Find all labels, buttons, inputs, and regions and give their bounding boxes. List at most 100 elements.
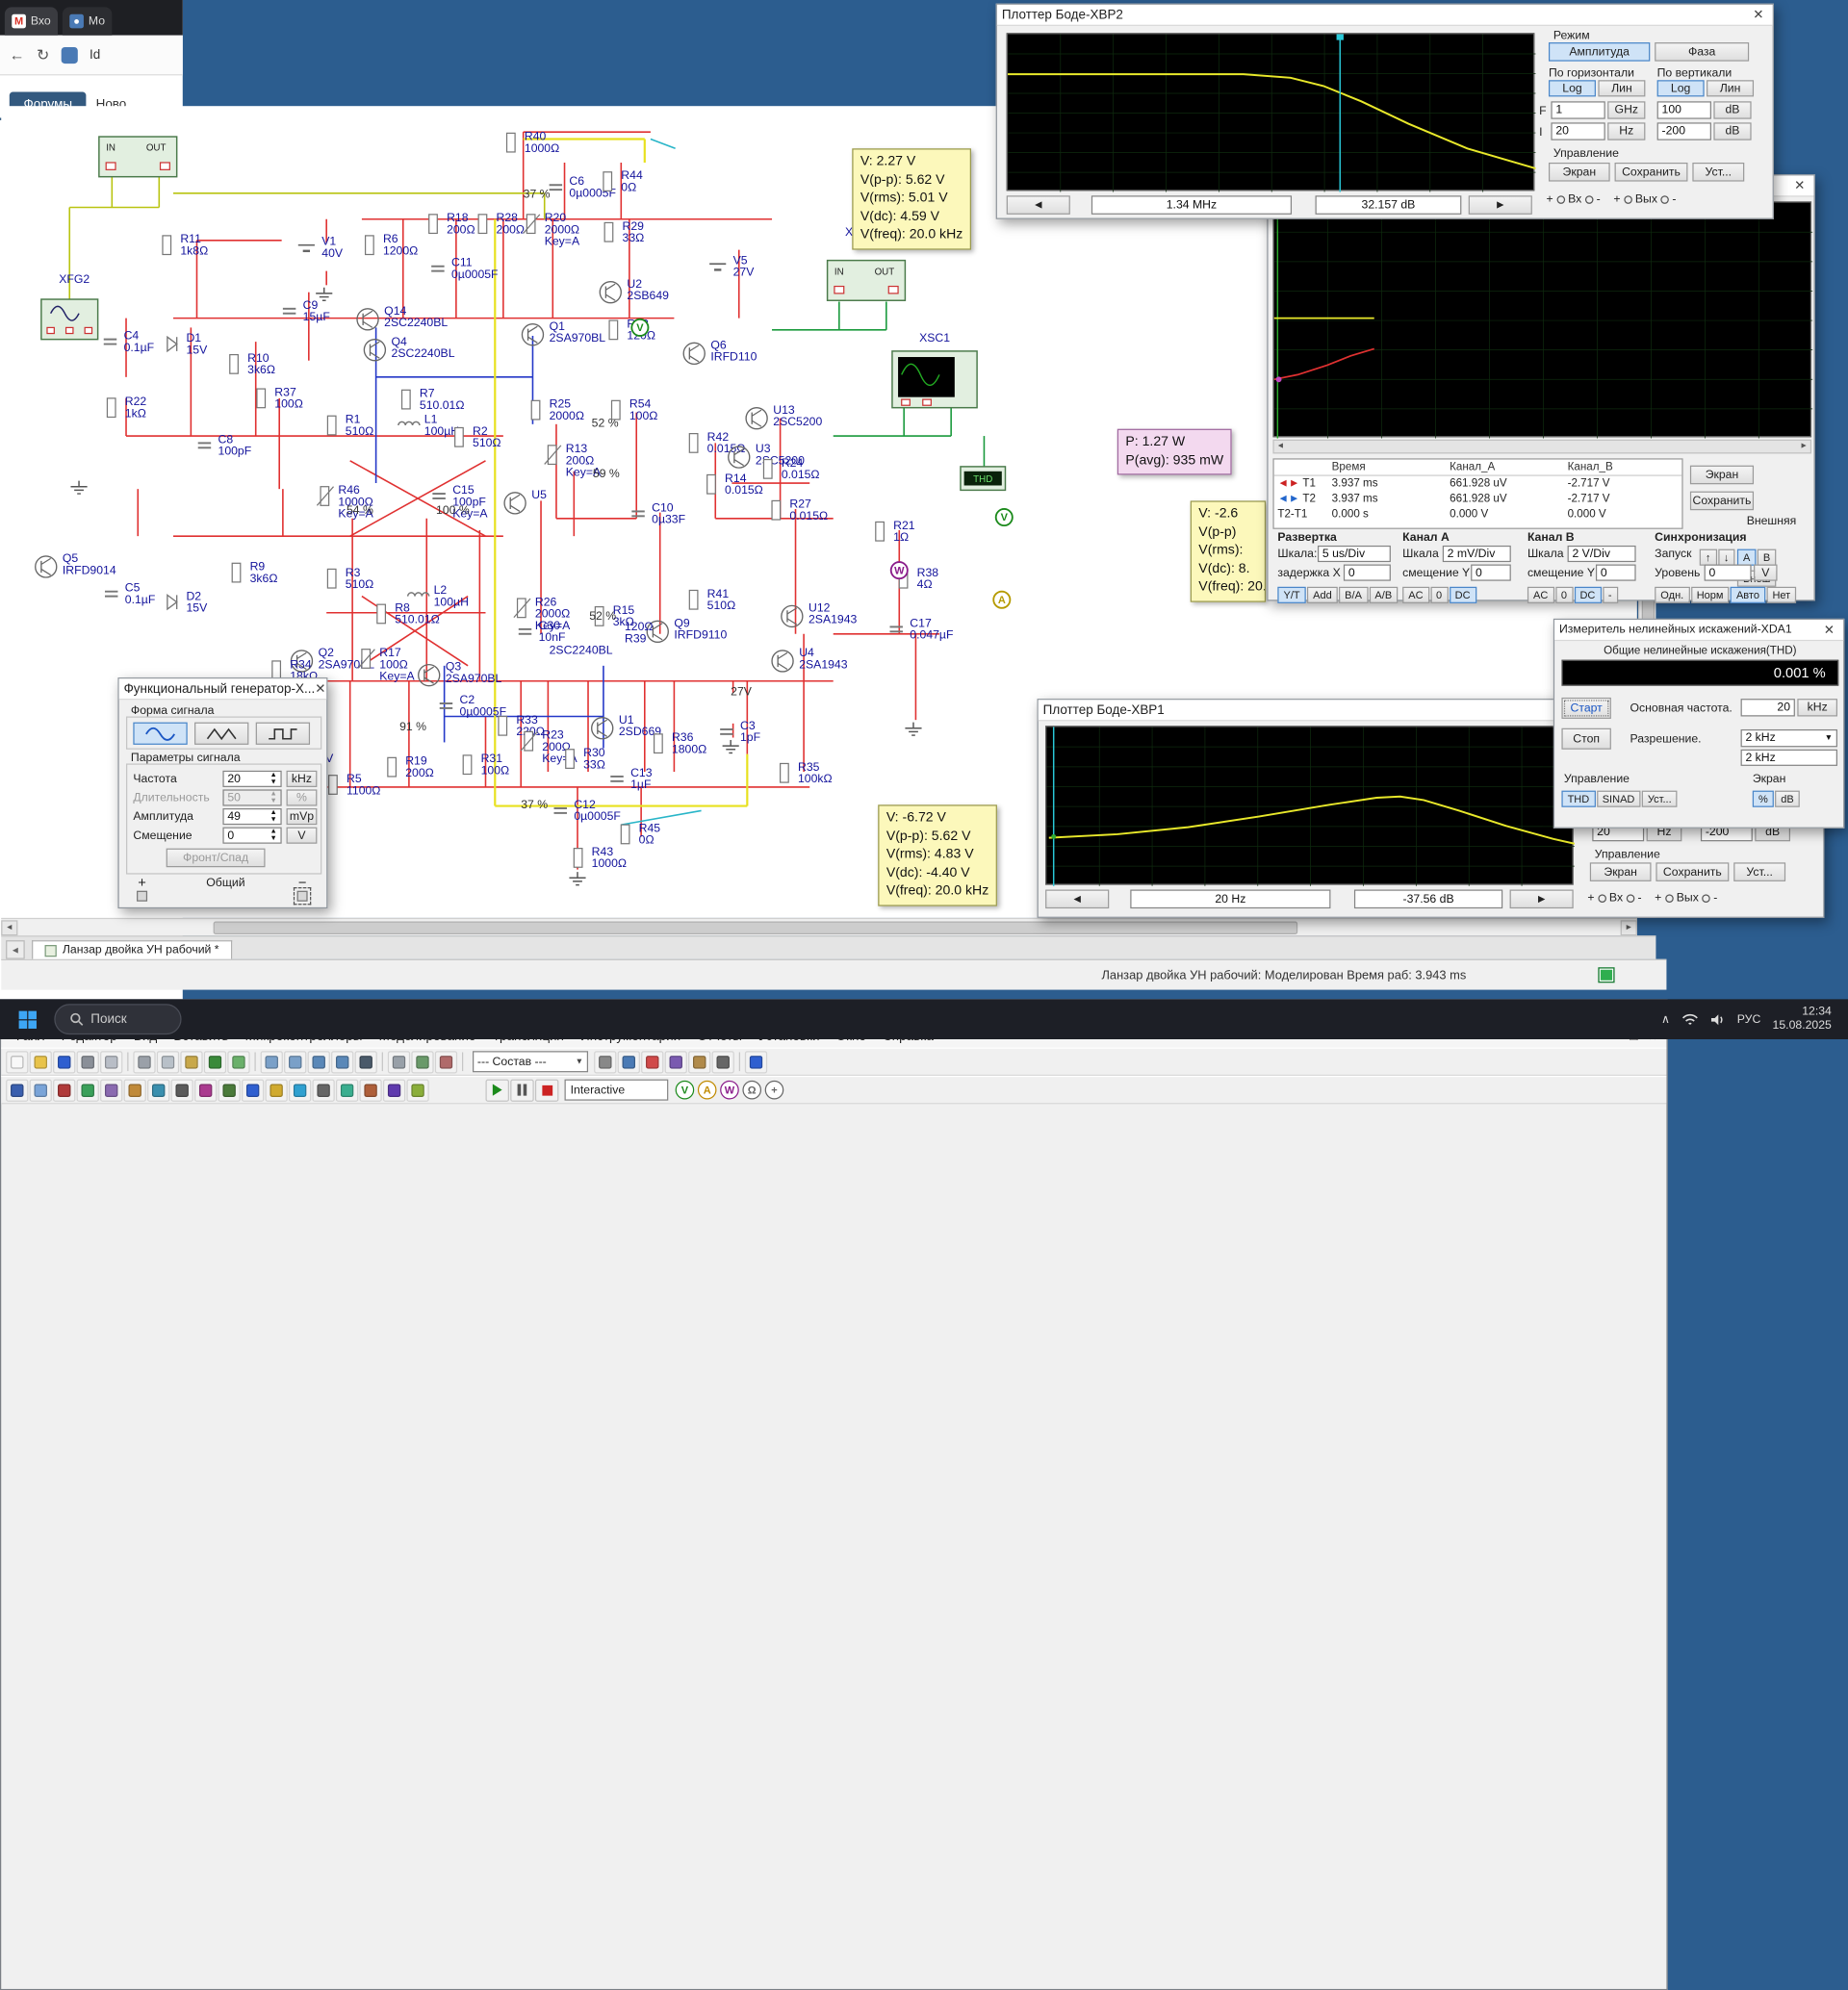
xda1-titlebar[interactable]: Измеритель нелинейных искажений-XDA1 ✕ bbox=[1554, 620, 1843, 641]
mcu-icon[interactable] bbox=[383, 1079, 405, 1101]
language-indicator[interactable]: РУС bbox=[1737, 1012, 1761, 1025]
option-a-b[interactable]: A/B bbox=[1369, 587, 1398, 603]
bom-icon[interactable] bbox=[411, 1051, 433, 1073]
diode-icon[interactable] bbox=[53, 1079, 75, 1101]
power-icon[interactable] bbox=[242, 1079, 264, 1101]
close-icon[interactable]: ✕ bbox=[1790, 178, 1810, 193]
undo-icon[interactable] bbox=[204, 1051, 226, 1073]
grid-icon[interactable] bbox=[388, 1051, 410, 1073]
probe-W-icon[interactable]: W bbox=[720, 1081, 739, 1100]
minus-terminal[interactable] bbox=[297, 891, 308, 902]
database-icon[interactable] bbox=[618, 1051, 640, 1073]
option-thd[interactable]: THD bbox=[1561, 791, 1595, 807]
h-final-unit[interactable]: GHz bbox=[1607, 101, 1645, 118]
in-minus-terminal[interactable] bbox=[1585, 195, 1594, 204]
scope-scrollbar[interactable]: ◄ ► bbox=[1272, 440, 1811, 454]
plus-terminal[interactable] bbox=[137, 891, 147, 902]
option-a[interactable]: A bbox=[1737, 549, 1757, 566]
bode1-cursor-left-button[interactable]: ◄ bbox=[1045, 889, 1109, 908]
ttl-icon[interactable] bbox=[124, 1079, 146, 1101]
амплитуда-field[interactable]: 49▲▼ bbox=[222, 808, 281, 825]
simulation-profile-combo[interactable]: Interactive bbox=[565, 1080, 669, 1101]
close-icon[interactable]: ✕ bbox=[1820, 623, 1839, 638]
fundamental-freq-field[interactable]: 20 bbox=[1741, 699, 1795, 716]
sweep-delay-field[interactable]: 0 bbox=[1344, 565, 1391, 581]
chb-scale-field[interactable]: 2 V/Div bbox=[1568, 546, 1636, 562]
zoom-fit-icon[interactable] bbox=[331, 1051, 353, 1073]
edge-falling-button[interactable]: ↓ bbox=[1718, 549, 1735, 566]
taskbar-search[interactable]: Поиск bbox=[54, 1004, 181, 1034]
cmos-icon[interactable] bbox=[147, 1079, 169, 1101]
misc-icon[interactable] bbox=[266, 1079, 288, 1101]
options-icon[interactable] bbox=[712, 1051, 734, 1073]
sine-wave-button[interactable] bbox=[133, 723, 187, 745]
funcgen-titlebar[interactable]: Функциональный генератор-X... ✕ bbox=[119, 678, 327, 700]
scope-screen-button[interactable]: Экран bbox=[1690, 466, 1754, 485]
option-одн-[interactable]: Одн. bbox=[1655, 587, 1689, 603]
wire-icon[interactable] bbox=[406, 1079, 428, 1101]
h-log-button[interactable]: Log bbox=[1549, 80, 1596, 96]
bode2-settings-button[interactable]: Уст... bbox=[1692, 163, 1744, 182]
option-0[interactable]: 0 bbox=[1555, 587, 1573, 603]
print-icon[interactable] bbox=[77, 1051, 99, 1073]
option-авто[interactable]: Авто bbox=[1731, 587, 1765, 603]
cut-icon[interactable] bbox=[133, 1051, 155, 1073]
probe-V-icon[interactable]: V bbox=[676, 1081, 695, 1100]
option-0[interactable]: 0 bbox=[1430, 587, 1448, 603]
analog-icon[interactable] bbox=[100, 1079, 122, 1101]
v-initial-unit[interactable]: dB bbox=[1713, 122, 1751, 140]
bode2-screen-button[interactable]: Экран bbox=[1549, 163, 1610, 182]
postprocessor-icon[interactable] bbox=[665, 1051, 687, 1073]
save-icon[interactable] bbox=[53, 1051, 75, 1073]
h-initial-unit[interactable]: Hz bbox=[1607, 122, 1645, 140]
taskbar-clock[interactable]: 12:34 15.08.2025 bbox=[1773, 1005, 1832, 1033]
cha-offset-field[interactable]: 0 bbox=[1471, 565, 1511, 581]
option-dc[interactable]: DC bbox=[1450, 587, 1476, 603]
amplitude-button[interactable]: Амплитуда bbox=[1549, 42, 1650, 62]
stop-simulation-button[interactable] bbox=[535, 1079, 558, 1101]
hscroll-thumb[interactable] bbox=[214, 922, 1298, 934]
run-simulation-button[interactable] bbox=[485, 1079, 508, 1101]
probe-Ω-icon[interactable]: Ω bbox=[742, 1081, 761, 1100]
in-minus-terminal[interactable] bbox=[1626, 894, 1634, 903]
bode1-settings-button[interactable]: Уст... bbox=[1733, 862, 1785, 881]
refresh-button[interactable]: ↻ bbox=[37, 45, 49, 64]
triangle-wave-button[interactable] bbox=[194, 723, 248, 745]
v-final-unit[interactable]: dB bbox=[1713, 101, 1751, 118]
start-button[interactable] bbox=[10, 1002, 45, 1037]
scope-save-button[interactable]: Сохранить bbox=[1690, 492, 1754, 511]
option-sinad[interactable]: SINAD bbox=[1597, 791, 1641, 807]
scroll-left-arrow[interactable]: ◄ bbox=[1, 920, 17, 935]
freq-unit-button[interactable]: kHz bbox=[1797, 699, 1837, 716]
electromech-icon[interactable] bbox=[336, 1079, 358, 1101]
edge-button[interactable]: Фронт/Спад bbox=[167, 849, 266, 868]
option-b-a[interactable]: B/A bbox=[1339, 587, 1368, 603]
длительность-unit[interactable]: % bbox=[287, 789, 318, 805]
resolution-option[interactable]: 2 kHz bbox=[1741, 750, 1837, 766]
v-log-button[interactable]: Log bbox=[1657, 80, 1705, 96]
probe-+-icon[interactable]: + bbox=[765, 1081, 784, 1100]
bode2-cursor-right-button[interactable]: ► bbox=[1469, 195, 1532, 215]
частота-unit[interactable]: kHz bbox=[287, 771, 318, 787]
амплитуда-unit[interactable]: mVp bbox=[287, 808, 318, 825]
scroll-right-arrow[interactable]: ► bbox=[1621, 920, 1637, 935]
transfer-icon[interactable] bbox=[688, 1051, 710, 1073]
start-button[interactable]: Старт bbox=[1561, 698, 1610, 719]
in-plus-terminal[interactable] bbox=[1598, 894, 1606, 903]
resolution-combo[interactable]: 2 kHz▼ bbox=[1741, 729, 1837, 747]
смещение-unit[interactable]: V bbox=[287, 828, 318, 844]
erc-icon[interactable] bbox=[435, 1051, 457, 1073]
horizontal-scrollbar[interactable]: ◄ ► bbox=[1, 918, 1637, 935]
cha-scale-field[interactable]: 2 mV/Div bbox=[1443, 546, 1511, 562]
extension-icon[interactable] bbox=[62, 46, 78, 63]
bode1-save-button[interactable]: Сохранить bbox=[1656, 862, 1729, 881]
level-unit-button[interactable]: V bbox=[1754, 565, 1777, 581]
level-field[interactable]: 0 bbox=[1705, 565, 1752, 581]
transistor-icon[interactable] bbox=[77, 1079, 99, 1101]
address-text[interactable]: Id bbox=[90, 48, 100, 63]
v-initial-field[interactable]: -200 bbox=[1657, 122, 1711, 140]
connector-icon[interactable] bbox=[359, 1079, 381, 1101]
square-wave-button[interactable] bbox=[256, 723, 310, 745]
option-y-t[interactable]: Y/T bbox=[1277, 587, 1305, 603]
new-icon[interactable] bbox=[6, 1051, 28, 1073]
